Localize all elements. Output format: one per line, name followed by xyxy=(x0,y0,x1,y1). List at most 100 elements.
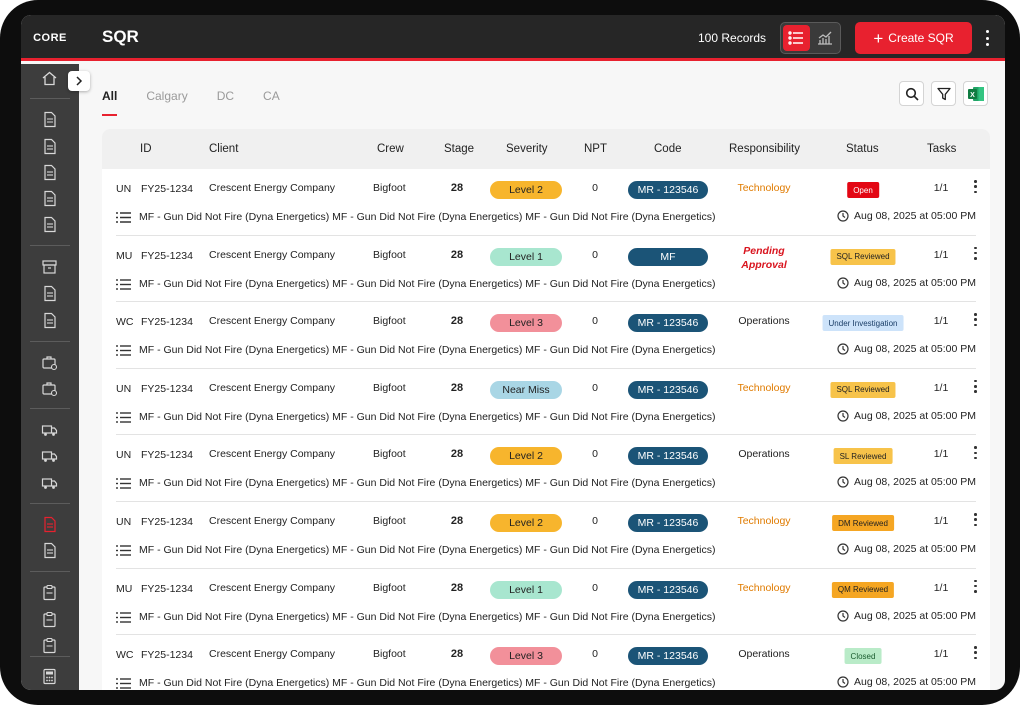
col-code[interactable]: Code xyxy=(654,143,682,155)
crew-name: Bigfoot xyxy=(373,581,406,594)
list-icon xyxy=(116,611,131,623)
severity-badge: Level 2 xyxy=(490,447,562,466)
col-tasks[interactable]: Tasks xyxy=(927,143,956,155)
table-row[interactable]: MU FY25-1234 Crescent Energy Company Bigfoo… xyxy=(116,569,978,636)
table-row[interactable]: WC FY25-1234 Crescent Energy Company Bigfoo… xyxy=(116,635,978,690)
description-text: MF - Gun Did Not Fire (Dyna Energetics) … xyxy=(139,477,716,490)
record-id[interactable]: FY25-1234 xyxy=(141,649,193,661)
code-badge[interactable]: MF xyxy=(628,247,708,266)
severity-badge: Level 3 xyxy=(490,314,562,333)
record-id[interactable]: FY25-1234 xyxy=(141,250,193,262)
more-options-icon[interactable] xyxy=(981,28,993,48)
row-menu-icon[interactable] xyxy=(974,446,978,460)
excel-letter: X xyxy=(970,92,975,99)
tasks-count[interactable]: 1/1 xyxy=(934,249,949,261)
table-row[interactable]: UN FY25-1234 Crescent Energy Company Bigfoo… xyxy=(116,502,978,569)
code-badge[interactable]: MR - 123546 xyxy=(628,380,708,399)
code-badge[interactable]: MR - 123546 xyxy=(628,514,708,532)
tasks-count[interactable]: 1/1 xyxy=(934,448,949,460)
table-row[interactable]: WC FY25-1234 Crescent Energy Company Bigfoo… xyxy=(116,302,978,369)
tasks-count[interactable]: 1/1 xyxy=(934,182,949,194)
col-severity[interactable]: Severity xyxy=(506,143,548,155)
row-menu-icon[interactable] xyxy=(974,379,978,393)
document-icon[interactable] xyxy=(41,138,58,155)
truck-settings-icon[interactable] xyxy=(41,421,58,438)
report-icon[interactable] xyxy=(41,542,58,559)
tab-all[interactable]: All xyxy=(102,87,118,116)
record-id[interactable]: FY25-1234 xyxy=(141,516,193,528)
crew-name: Bigfoot xyxy=(373,448,406,461)
clipboard-check-icon[interactable] xyxy=(41,637,58,654)
table-row[interactable]: UN FY25-1234 Crescent Energy Company Bigfoo… xyxy=(116,169,978,236)
truck-group-icon[interactable] xyxy=(41,474,58,491)
record-id[interactable]: FY25-1234 xyxy=(141,583,193,595)
list-view-button[interactable] xyxy=(783,25,810,51)
document-icon[interactable] xyxy=(41,285,58,302)
row-menu-icon[interactable] xyxy=(974,180,978,193)
report-icon[interactable] xyxy=(41,516,58,533)
edit-document-icon[interactable] xyxy=(41,111,58,128)
table-row[interactable]: UN FY25-1234 Crescent Energy Company Bigfoo… xyxy=(116,369,978,436)
status-badge: Under Investigation xyxy=(822,315,904,332)
calculator-icon[interactable] xyxy=(41,668,58,685)
col-stage[interactable]: Stage xyxy=(444,143,474,155)
row-menu-icon[interactable] xyxy=(974,579,978,593)
crew-name: Bigfoot xyxy=(373,381,406,394)
spreadsheet-icon[interactable] xyxy=(41,190,58,207)
stage-value: 28 xyxy=(450,515,464,527)
tasks-count[interactable]: 1/1 xyxy=(934,648,949,660)
row-menu-icon[interactable] xyxy=(974,646,978,660)
checklist-icon[interactable] xyxy=(41,216,58,233)
code-badge[interactable]: MR - 123546 xyxy=(628,181,708,199)
filter-button[interactable] xyxy=(931,81,956,106)
edit-document-icon[interactable] xyxy=(41,312,58,329)
archive-box-icon[interactable] xyxy=(41,258,58,275)
col-id[interactable]: ID xyxy=(140,143,152,155)
sidebar-expand-button[interactable] xyxy=(68,71,90,91)
code-badge[interactable]: MR - 123546 xyxy=(628,580,708,599)
col-responsibility[interactable]: Responsibility xyxy=(729,143,800,155)
tasks-count[interactable]: 1/1 xyxy=(934,582,949,594)
tasks-count[interactable]: 1/1 xyxy=(934,382,949,394)
col-crew[interactable]: Crew xyxy=(377,143,404,155)
tab-dc[interactable]: DC xyxy=(217,87,234,116)
col-status[interactable]: Status xyxy=(846,143,879,155)
record-id[interactable]: FY25-1234 xyxy=(141,316,193,328)
briefcase-search-icon[interactable] xyxy=(41,380,58,397)
table-row[interactable]: MU FY25-1234 Crescent Energy Company Bigfoo… xyxy=(116,236,978,303)
excel-export-button[interactable]: X xyxy=(963,81,988,106)
record-id[interactable]: FY25-1234 xyxy=(141,449,193,461)
record-id[interactable]: FY25-1234 xyxy=(141,183,193,195)
clipboard-icon[interactable] xyxy=(41,584,58,601)
briefcase-settings-icon[interactable] xyxy=(41,354,58,371)
sidebar-divider xyxy=(30,571,70,572)
search-button[interactable] xyxy=(899,81,924,106)
status-badge: Closed xyxy=(844,648,882,665)
app-logo[interactable]: CORE xyxy=(21,15,79,61)
row-menu-icon[interactable] xyxy=(974,513,978,526)
table-row[interactable]: UN FY25-1234 Crescent Energy Company Bigfoo… xyxy=(116,435,978,502)
sidebar-divider xyxy=(30,503,70,504)
responsibility-value: Technology xyxy=(737,515,791,527)
tasks-count[interactable]: 1/1 xyxy=(934,515,949,527)
tab-calgary[interactable]: Calgary xyxy=(146,87,187,116)
code-badge[interactable]: MR - 123546 xyxy=(628,447,708,466)
home-icon[interactable] xyxy=(41,70,58,87)
responsibility-value: Operations xyxy=(738,648,790,661)
col-client[interactable]: Client xyxy=(209,143,238,155)
tasks-count[interactable]: 1/1 xyxy=(934,315,949,327)
tab-ca[interactable]: CA xyxy=(263,87,280,116)
settings-document-icon[interactable] xyxy=(41,164,58,181)
record-id[interactable]: FY25-1234 xyxy=(141,383,193,395)
code-badge[interactable]: MR - 123546 xyxy=(628,314,708,333)
col-npt[interactable]: NPT xyxy=(584,143,607,155)
create-sqr-button[interactable]: + Create SQR xyxy=(855,22,972,54)
truck-document-icon[interactable] xyxy=(41,447,58,464)
row-menu-icon[interactable] xyxy=(974,313,978,327)
row-menu-icon[interactable] xyxy=(974,246,978,260)
sidebar-divider xyxy=(30,341,70,342)
code-badge[interactable]: MR - 123546 xyxy=(628,647,708,666)
chart-view-button[interactable] xyxy=(812,25,839,51)
severity-badge: Level 1 xyxy=(490,247,562,266)
clipboard-edit-icon[interactable] xyxy=(41,611,58,628)
